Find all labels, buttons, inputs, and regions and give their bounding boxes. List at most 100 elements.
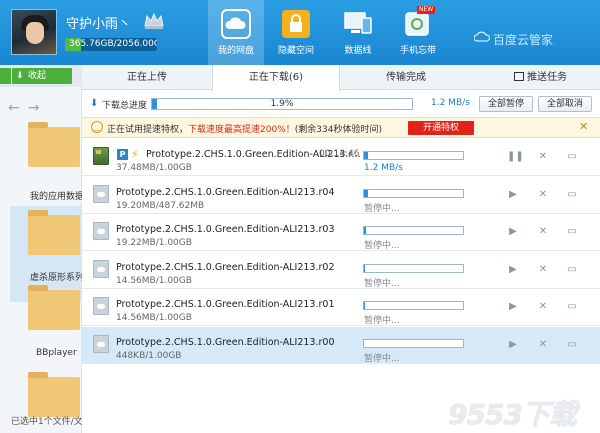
- file-progress-bar: [363, 188, 464, 198]
- cancel-icon[interactable]: ✕: [537, 226, 549, 238]
- play-icon[interactable]: ▶: [507, 301, 519, 313]
- brand-name: 百度云管家: [493, 33, 554, 47]
- lock-icon: [281, 9, 311, 39]
- play-icon[interactable]: ▶: [507, 264, 519, 276]
- nav-hidden-space-label: 隐藏空间: [277, 46, 314, 56]
- file-type-icon: [93, 147, 109, 165]
- avatar[interactable]: [11, 9, 57, 55]
- tab-completed[interactable]: 传输完成: [340, 65, 472, 90]
- cancel-icon[interactable]: ✕: [537, 151, 549, 163]
- cancel-all-button[interactable]: 全部取消: [538, 96, 592, 112]
- download-row[interactable]: Prototype.2.CHS.1.0.Green.Edition-ALI213…: [82, 326, 600, 364]
- nav-my-disk[interactable]: 我的网盘: [208, 0, 264, 65]
- nav-phone-forgot[interactable]: NEW 手机忘带: [390, 0, 446, 65]
- cancel-icon[interactable]: ✕: [537, 301, 549, 313]
- p2p-badge-icon: P: [117, 149, 128, 160]
- nav-my-disk-label: 我的网盘: [217, 46, 254, 56]
- file-status: 1.2 MB/s: [364, 163, 403, 173]
- open-privilege-button[interactable]: 开通特权: [408, 121, 474, 135]
- push-tasks-tab[interactable]: 推送任务: [514, 65, 567, 90]
- cancel-icon[interactable]: ✕: [537, 264, 549, 276]
- open-folder-icon[interactable]: ▭: [566, 301, 578, 313]
- download-row[interactable]: Prototype.2.CHS.1.0.Green.Edition-ALI213…: [82, 176, 600, 214]
- cancel-icon[interactable]: ✕: [537, 339, 549, 351]
- nav-phone-forgot-label: 手机忘带: [399, 46, 436, 56]
- close-promo-icon[interactable]: ✕: [579, 120, 588, 133]
- file-size: 19.20MB/487.62MB: [116, 200, 205, 211]
- open-folder-icon[interactable]: ▭: [566, 264, 578, 276]
- selection-status: 已选中1个文件/文件: [11, 417, 92, 427]
- file-progress-bar: [363, 301, 464, 310]
- folder-icon[interactable]: [28, 122, 80, 167]
- folder-icon[interactable]: [28, 285, 80, 330]
- cancel-icon[interactable]: ✕: [537, 189, 549, 201]
- download-row[interactable]: Prototype.2.CHS.1.0.Green.Edition-ALI213…: [82, 214, 600, 251]
- total-progress-row: ⬇ 下载总进度 1.9% 1.2 MB/s 全部暂停 全部取消: [82, 92, 600, 116]
- folder-icon[interactable]: [28, 210, 80, 255]
- monitor-icon: [343, 9, 373, 39]
- app-header: 守护小雨丶 365.76GB/2056.00GB 我的网盘 隐藏空间 数据线 N…: [0, 0, 600, 65]
- file-name: Prototype.2.CHS.1.0.Green.Edition-ALI213…: [116, 261, 335, 273]
- collapse-button[interactable]: ⬇ 收起: [12, 68, 72, 84]
- file-progress-bar: [363, 226, 464, 235]
- file-status: 暂停中...: [364, 353, 400, 364]
- phone-icon: NEW: [403, 6, 436, 39]
- download-row[interactable]: Prototype.2.CHS.1.0.Green.Edition-ALI213…: [82, 251, 600, 289]
- file-size: 37.48MB/1.00GB: [116, 163, 192, 173]
- pause-all-button[interactable]: 全部暂停: [479, 96, 533, 112]
- folder-icon[interactable]: [28, 372, 80, 417]
- open-folder-icon[interactable]: ▭: [566, 226, 578, 238]
- file-type-icon: [93, 334, 109, 353]
- storage-quota-text: 365.76GB/2056.00GB: [69, 39, 157, 49]
- collapse-label: 收起: [28, 71, 47, 81]
- time-remaining: 00:14:46: [319, 149, 360, 159]
- file-size: 448KB/1.00GB: [116, 350, 182, 361]
- back-forward-icons[interactable]: ←→: [8, 100, 47, 116]
- watermark: 9553下载: [448, 398, 577, 431]
- file-name: Prototype.2.CHS.1.0.Green.Edition-ALI213…: [116, 336, 335, 348]
- file-progress-bar: [363, 263, 464, 273]
- baidu-cloud-logo-icon: [474, 31, 490, 42]
- file-type-icon: [93, 222, 109, 240]
- file-type-icon: [93, 184, 109, 203]
- file-status: 暂停中...: [364, 278, 400, 289]
- file-browser-panel: ⬇ 收起 ←→ 我的应用数据 虐杀原形系列 BBplayer 已选中1个文件/文…: [0, 65, 92, 433]
- arrow-down-icon: ⬇: [16, 71, 24, 81]
- left-toolbar: ⬇ 收起: [0, 65, 82, 87]
- folder-label[interactable]: BBplayer: [36, 348, 77, 358]
- play-icon[interactable]: ▶: [507, 339, 519, 351]
- file-status: 暂停中...: [364, 241, 400, 251]
- nav-data-cable[interactable]: 数据线: [330, 0, 386, 65]
- speedup-promo-bar: ‿ 正在试用提速特权，下载速度最高提速200%！(剩余334秒体验时间) 开通特…: [82, 117, 600, 138]
- tab-downloading[interactable]: 正在下载(6): [212, 65, 340, 91]
- folder-label[interactable]: 虐杀原形系列: [30, 270, 84, 283]
- open-folder-icon[interactable]: ▭: [566, 151, 578, 163]
- promo-text: 正在试用提速特权，下载速度最高提速200%！(剩余334秒体验时间): [107, 125, 382, 135]
- transfer-tabs: 正在上传 正在下载(6) 传输完成 推送任务: [82, 65, 600, 91]
- storage-quota-bar: 365.76GB/2056.00GB: [65, 38, 157, 51]
- file-size: 19.22MB/1.00GB: [116, 238, 192, 248]
- pause-icon[interactable]: ❚❚: [507, 151, 524, 163]
- file-name: Prototype.2.CHS.1.0.Green.Edition-ALI213…: [116, 224, 335, 235]
- lightning-icon: ⚡: [131, 148, 139, 161]
- download-row[interactable]: Prototype.2.CHS.1.0.Green.Edition-ALI213…: [82, 289, 600, 326]
- open-folder-icon[interactable]: ▭: [566, 339, 578, 351]
- push-icon: [514, 72, 524, 81]
- total-speed: 1.2 MB/s: [431, 98, 470, 108]
- folder-tab[interactable]: [0, 68, 11, 84]
- nav-hidden-space[interactable]: 隐藏空间: [268, 0, 324, 65]
- file-progress-bar: [363, 338, 464, 348]
- download-arrow-icon: ⬇: [90, 98, 99, 109]
- download-row[interactable]: P ⚡ Prototype.2.CHS.1.0.Green.Edition-ALI2…: [82, 139, 600, 176]
- tab-uploading[interactable]: 正在上传: [82, 65, 212, 90]
- username[interactable]: 守护小雨丶: [66, 13, 131, 32]
- file-size: 14.56MB/1.00GB: [116, 275, 192, 286]
- play-icon[interactable]: ▶: [507, 226, 519, 238]
- play-icon[interactable]: ▶: [507, 189, 519, 201]
- folder-label[interactable]: 我的应用数据: [30, 189, 84, 202]
- file-size: 14.56MB/1.00GB: [116, 313, 192, 323]
- vip-crown-icon[interactable]: [143, 12, 165, 30]
- open-folder-icon[interactable]: ▭: [566, 189, 578, 201]
- file-progress-bar: [363, 151, 464, 160]
- total-progress-percent: 1.9%: [270, 99, 294, 109]
